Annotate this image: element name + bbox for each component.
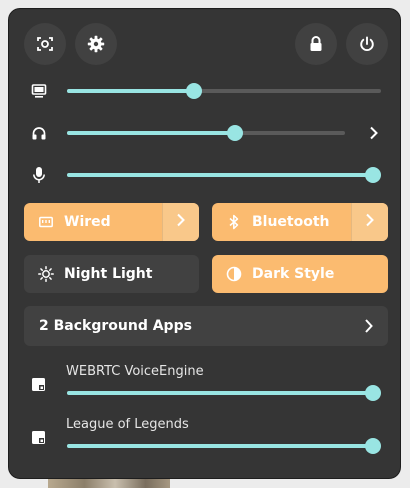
microphone-icon [29,165,49,185]
volume-slider[interactable] [67,125,345,141]
night-light-toggle[interactable]: Night Light [24,255,199,293]
display-icon [29,81,49,101]
lock-button[interactable] [295,23,337,65]
app-icon [31,376,47,392]
wired-toggle[interactable]: Wired [24,203,199,241]
gear-icon [87,35,105,53]
wallpaper-fragment [48,478,170,488]
app-volume-slider[interactable] [67,438,381,454]
slider-fill [67,444,373,448]
app-volume-slider[interactable] [67,385,381,401]
background-apps-label: 2 Background Apps [39,318,192,334]
slider-fill [67,173,373,177]
slider-thumb[interactable] [365,385,381,401]
slider-thumb[interactable] [226,125,243,141]
slider-fill [67,89,195,93]
slider-fill [67,391,373,395]
app-name: WEBRTC VoiceEngine [66,364,204,379]
brightness-slider[interactable] [67,83,381,99]
quick-settings-panel [8,8,401,479]
app-icon [31,429,47,445]
slider-thumb[interactable] [186,83,203,99]
bluetooth-menu-button[interactable] [351,203,388,241]
dark-style-icon [226,266,242,282]
dark-style-label: Dark Style [252,266,335,282]
slider-thumb[interactable] [365,167,381,183]
ethernet-icon [38,214,54,230]
night-light-icon [38,266,54,282]
chevron-right-icon [365,213,375,231]
power-icon [358,35,376,53]
headphones-icon [29,123,49,143]
slider-thumb[interactable] [365,438,381,454]
app-name: League of Legends [66,417,189,432]
wired-menu-button[interactable] [162,203,199,241]
chevron-right-icon [364,316,374,340]
wired-label: Wired [64,214,111,230]
slider-fill [67,131,235,135]
output-device-chevron-icon[interactable] [364,123,384,143]
screenshot-button[interactable] [24,23,66,65]
bluetooth-icon [226,214,242,230]
power-button[interactable] [346,23,388,65]
lock-icon [308,35,324,53]
dark-style-toggle[interactable]: Dark Style [212,255,388,293]
bluetooth-label: Bluetooth [252,214,330,230]
bluetooth-toggle[interactable]: Bluetooth [212,203,388,241]
microphone-slider[interactable] [67,167,381,183]
background-apps-button[interactable]: 2 Background Apps [24,306,388,346]
settings-button[interactable] [75,23,117,65]
screenshot-icon [36,35,54,53]
night-light-label: Night Light [64,266,153,282]
chevron-right-icon [176,213,186,231]
